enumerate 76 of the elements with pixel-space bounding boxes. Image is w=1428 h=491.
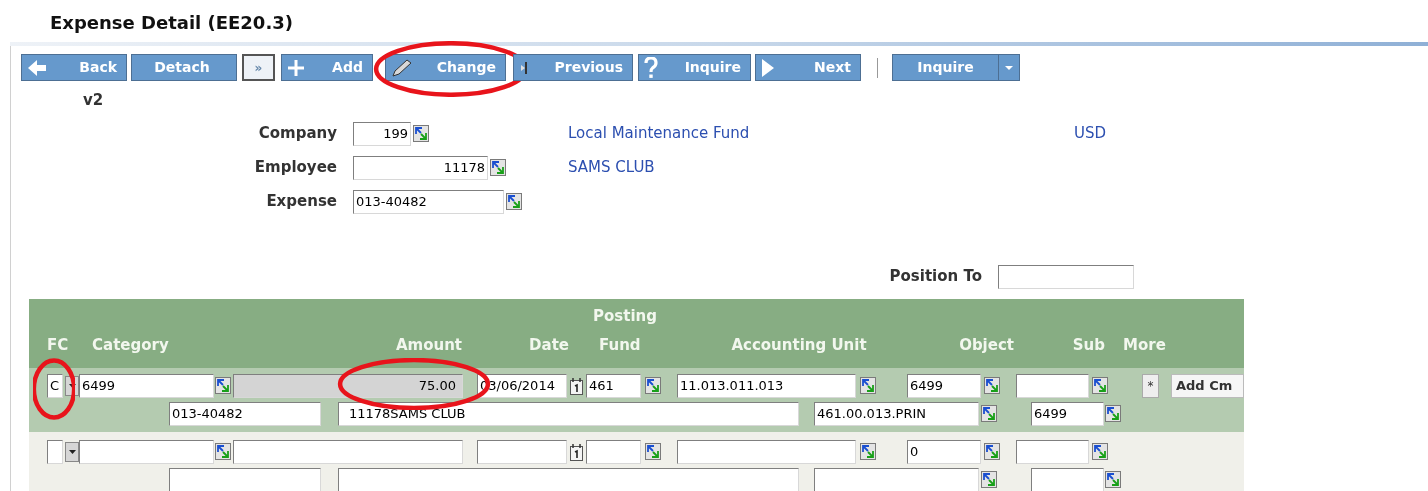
column-heading: Accounting Unit <box>730 334 868 356</box>
date-field[interactable] <box>477 439 567 464</box>
lookup-icon[interactable] <box>1092 377 1108 394</box>
sub-field[interactable] <box>1016 373 1089 398</box>
currency-text: USD <box>1074 123 1107 145</box>
position-to-label: Position To <box>889 266 982 288</box>
version-label: v2 <box>83 90 104 111</box>
name-link[interactable]: Local Maintenance Fund <box>568 122 1074 145</box>
column-heading: Category <box>92 334 170 356</box>
name-link[interactable]: SAMS CLUB <box>568 156 1074 179</box>
fund-field[interactable]: 461 <box>586 373 641 398</box>
lookup-icon[interactable] <box>860 443 876 460</box>
column-heading: Fund <box>599 334 642 356</box>
column-heading: Sub <box>1071 334 1105 356</box>
more-button[interactable]: * <box>1142 373 1159 398</box>
field-label: Employee <box>253 157 337 179</box>
lookup-icon[interactable] <box>645 443 661 460</box>
caret-down-icon <box>68 383 76 388</box>
pencil-icon <box>391 57 413 78</box>
lookup-icon[interactable] <box>490 159 506 176</box>
lookup-icon[interactable] <box>506 193 522 210</box>
calendar-icon[interactable] <box>569 375 584 396</box>
question-mark-icon <box>644 56 658 79</box>
dropdown-button[interactable] <box>65 441 79 462</box>
add-comment-button[interactable]: Add Cm <box>1171 373 1244 398</box>
amount-field[interactable] <box>233 439 463 464</box>
caret-down-icon <box>68 449 76 454</box>
lookup-icon[interactable] <box>1105 471 1121 488</box>
column-heading: FC <box>47 334 70 356</box>
description-field[interactable]: 11178SAMS CLUB <box>338 401 799 426</box>
amount-field[interactable]: 75.00 <box>233 373 463 398</box>
fc-field[interactable] <box>47 439 63 464</box>
lookup-icon[interactable] <box>981 405 997 422</box>
account-field[interactable] <box>814 467 979 491</box>
lookup-icon[interactable] <box>1092 443 1108 460</box>
play-icon <box>761 57 775 78</box>
category-field[interactable] <box>79 439 214 464</box>
object-field[interactable]: 0 <box>907 439 981 464</box>
code-field[interactable]: 199 <box>353 121 411 146</box>
lookup-icon[interactable] <box>215 377 231 394</box>
object-field[interactable]: 6499 <box>907 373 981 398</box>
fc-field[interactable]: C <box>47 373 63 398</box>
column-heading: Object <box>958 334 1014 356</box>
column-heading: Amount <box>394 334 462 356</box>
accounting-unit-field[interactable]: 11.013.011.013 <box>677 373 856 398</box>
lookup-icon[interactable] <box>981 471 997 488</box>
lookup-icon[interactable] <box>984 377 1000 394</box>
sub-account-field[interactable]: 6499 <box>1031 401 1104 426</box>
description-field[interactable] <box>338 467 799 491</box>
caret-down-icon <box>1005 65 1013 70</box>
lookup-icon[interactable] <box>413 125 429 142</box>
page-title: Expense Detail (EE20.3) <box>49 11 293 35</box>
reference-field[interactable] <box>169 467 321 491</box>
accounting-unit-field[interactable] <box>677 439 856 464</box>
column-heading: Date <box>528 334 569 356</box>
expense-field[interactable]: 013-40482 <box>353 189 504 214</box>
lookup-icon[interactable] <box>860 377 876 394</box>
plus-icon <box>287 58 305 77</box>
column-group-heading: Posting <box>592 305 658 327</box>
field-label: Expense <box>265 191 337 213</box>
lookup-icon[interactable] <box>984 443 1000 460</box>
code-field[interactable]: 11178 <box>353 155 488 180</box>
calendar-icon[interactable] <box>569 441 584 462</box>
lookup-icon[interactable] <box>215 443 231 460</box>
category-field[interactable]: 6499 <box>79 373 214 398</box>
lookup-icon[interactable] <box>1105 405 1121 422</box>
position-to-field[interactable] <box>998 264 1134 289</box>
sub-account-field[interactable] <box>1031 467 1104 491</box>
column-heading: More <box>1123 334 1167 356</box>
sub-field[interactable] <box>1016 439 1089 464</box>
field-label: Company <box>257 123 337 145</box>
account-field[interactable]: 461.00.013.PRIN <box>814 401 979 426</box>
reference-field[interactable]: 013-40482 <box>169 401 321 426</box>
lookup-icon[interactable] <box>645 377 661 394</box>
arrow-left-icon <box>27 58 47 77</box>
fund-field[interactable] <box>586 439 641 464</box>
